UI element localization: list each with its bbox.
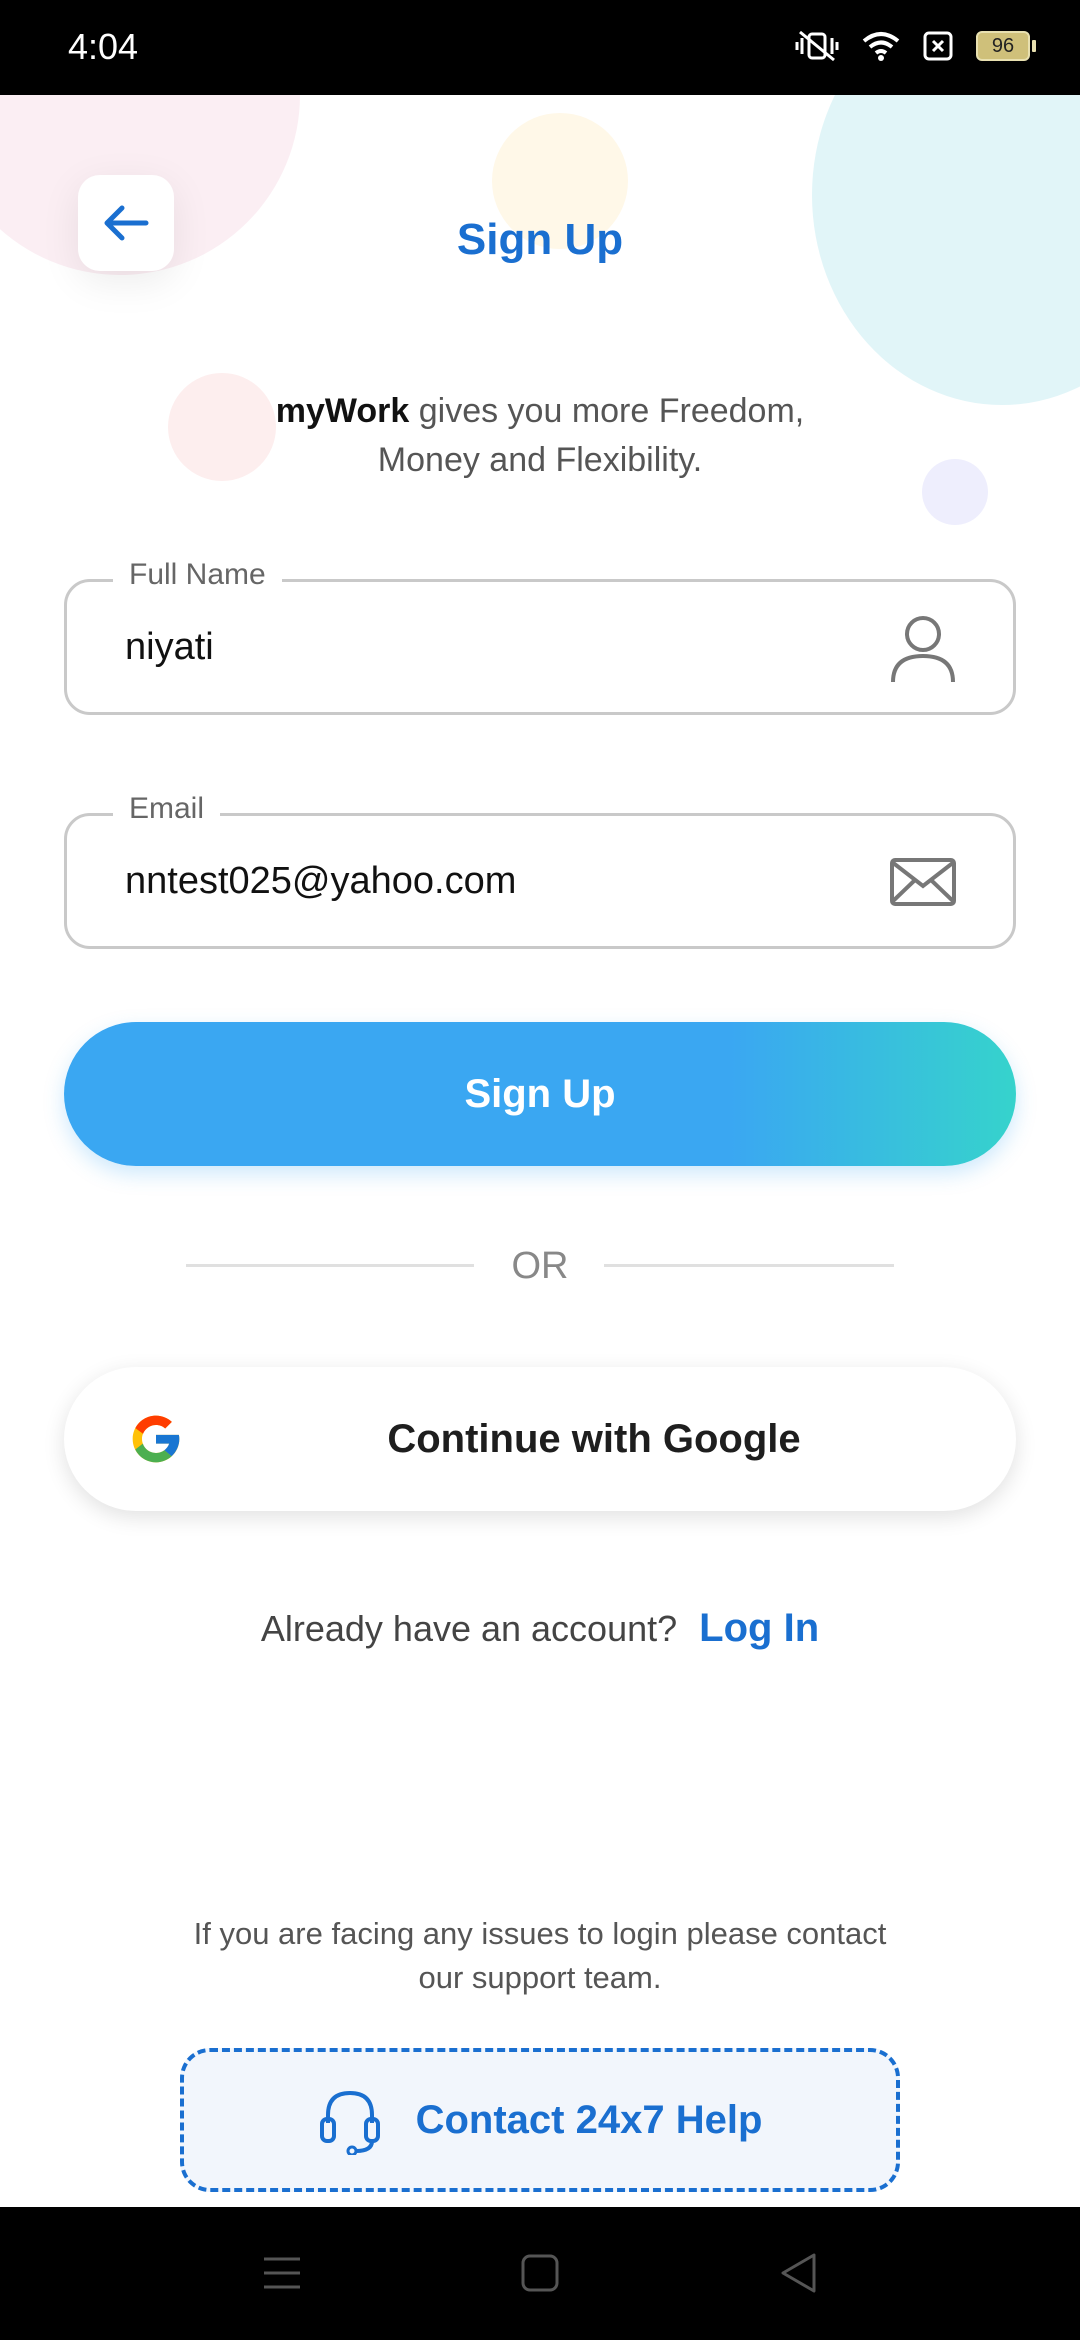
support-line1: If you are facing any issues to login pl… <box>193 1916 887 1951</box>
email-field[interactable]: Email nntest025@yahoo.com <box>64 792 1016 949</box>
contact-help-button[interactable]: Contact 24x7 Help <box>180 2048 900 2192</box>
divider-line <box>604 1264 894 1267</box>
login-link[interactable]: Log In <box>699 1606 819 1650</box>
headset-icon <box>319 2090 380 2155</box>
login-row: Already have an account? Log In <box>0 1606 1080 1651</box>
brand-name: myWork <box>275 392 410 430</box>
tagline-line1: gives you more Freedom, <box>409 392 805 430</box>
signup-screen: Sign Up myWork gives you more Freedom, M… <box>0 95 1080 2207</box>
person-icon <box>891 616 955 683</box>
mail-icon <box>890 858 956 906</box>
battery-icon: 96 <box>976 31 1036 61</box>
menu-icon[interactable] <box>262 2247 302 2299</box>
email-value[interactable]: nntest025@yahoo.com <box>125 860 516 903</box>
sim-blocked-icon <box>923 31 953 61</box>
wifi-icon <box>862 32 900 61</box>
status-bar: 4:04 96 <box>0 0 1080 95</box>
tagline-line2: Money and Flexibility. <box>377 441 703 479</box>
status-time: 4:04 <box>68 26 139 67</box>
navigation-bar <box>0 2207 1080 2340</box>
battery-level: 96 <box>976 31 1030 61</box>
continue-with-google-label: Continue with Google <box>387 1417 801 1461</box>
status-icons: 96 <box>794 28 1036 64</box>
continue-with-google-button[interactable]: Continue with Google <box>64 1367 1016 1511</box>
signup-button[interactable]: Sign Up <box>64 1022 1016 1166</box>
support-line2: our support team. <box>418 1960 662 1995</box>
tagline: myWork gives you more Freedom, Money and… <box>0 387 1080 485</box>
login-prompt: Already have an account? <box>260 1608 678 1649</box>
vibrate-off-icon <box>795 30 839 62</box>
contact-help-label: Contact 24x7 Help <box>415 2097 763 2142</box>
divider-or: OR <box>511 1245 569 1287</box>
full-name-value[interactable]: niyati <box>125 626 214 669</box>
page-title: Sign Up <box>456 215 624 264</box>
back-triangle-icon[interactable] <box>778 2247 818 2299</box>
email-label: Email <box>113 792 221 826</box>
full-name-label: Full Name <box>113 558 282 592</box>
home-square-icon[interactable] <box>520 2247 560 2299</box>
support-text: If you are facing any issues to login pl… <box>140 1912 940 2000</box>
full-name-field[interactable]: Full Name niyati <box>64 558 1016 715</box>
